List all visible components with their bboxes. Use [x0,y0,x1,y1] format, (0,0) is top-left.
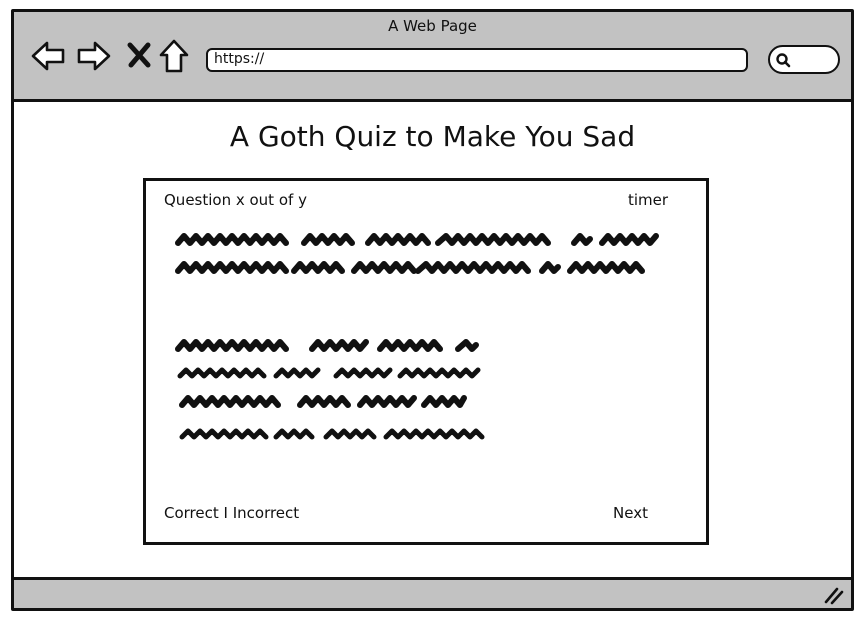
search-icon [776,53,791,68]
placeholder-text [175,233,659,440]
answer-option [273,367,321,379]
answer-option [397,367,481,379]
answer-option [357,395,417,408]
address-bar[interactable]: https:// [206,48,748,72]
answer-option [377,339,443,352]
window-title: A Web Page [388,17,477,35]
answer-option [179,428,269,440]
resize-grip-icon[interactable] [823,585,845,605]
answer-option [323,428,377,440]
answer-option [309,339,369,352]
close-icon [127,42,151,68]
question-text-line [599,233,659,246]
browser-window: A Web Page https:// A Goth Quiz to Make … [11,9,854,611]
answer-option [179,395,281,408]
question-text-line [175,261,289,274]
next-button[interactable]: Next [613,504,648,522]
page-title: A Goth Quiz to Make You Sad [229,120,636,153]
question-text-line [415,261,531,274]
search-box[interactable] [768,45,840,74]
question-text-line [291,261,345,274]
answer-option [333,367,393,379]
page-content: A Goth Quiz to Make You Sad Question x o… [14,102,851,582]
question-text-line [175,233,289,246]
answer-option [297,395,351,408]
forward-button[interactable] [76,38,112,74]
answer-option [177,367,267,379]
question-text-line [571,233,593,246]
question-text-line [365,233,431,246]
answer-option [383,428,485,440]
question-text-line [301,233,355,246]
status-bar [14,577,851,608]
quiz-card: Question x out of y timer Correct I Inco… [143,178,709,545]
question-text-line [351,261,417,274]
answer-option [455,339,479,352]
arrow-right-icon [77,41,111,71]
home-icon [159,39,189,73]
question-text-line [539,261,561,274]
answer-option [273,428,315,440]
question-text-line [567,261,645,274]
question-text-line [435,233,551,246]
answer-option [175,339,289,352]
home-button[interactable] [156,38,192,74]
back-button[interactable] [30,38,66,74]
answer-feedback: Correct I Incorrect [164,504,300,522]
answer-option [421,395,467,408]
stop-button[interactable] [122,38,158,74]
browser-chrome: A Web Page https:// [14,12,851,102]
arrow-left-icon [31,41,65,71]
